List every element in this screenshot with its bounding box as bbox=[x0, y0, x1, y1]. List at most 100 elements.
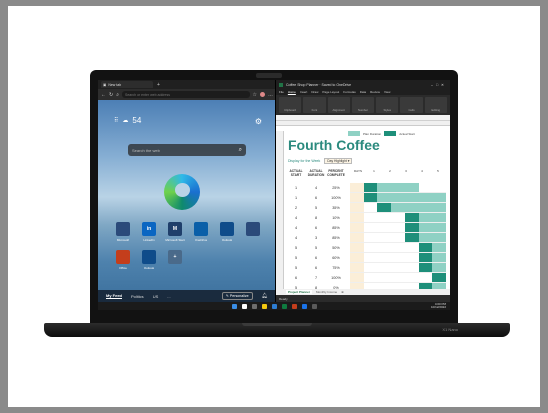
table-row[interactable]: 4 3 85% bbox=[286, 233, 346, 243]
profile-avatar[interactable] bbox=[260, 92, 265, 97]
taskbar-app-icon[interactable] bbox=[291, 303, 297, 309]
ribbon-tab[interactable]: Formulas bbox=[343, 90, 356, 94]
taskbar-app-icon[interactable] bbox=[231, 303, 237, 309]
new-tab-icon[interactable]: + bbox=[157, 82, 160, 88]
table-cell-duration[interactable]: 6 bbox=[306, 266, 326, 270]
table-cell-duration[interactable]: 7 bbox=[306, 276, 326, 280]
table-cell-start[interactable]: 2 bbox=[286, 206, 306, 210]
table-cell-percent[interactable]: 85% bbox=[326, 226, 346, 230]
table-row[interactable]: 4 8 10% bbox=[286, 213, 346, 223]
ribbon-group[interactable]: Alignment bbox=[327, 97, 350, 113]
taskbar-app-icon[interactable] bbox=[271, 303, 277, 309]
table-cell-duration[interactable]: 5 bbox=[306, 246, 326, 250]
table-cell-percent[interactable]: 35% bbox=[326, 206, 346, 210]
table-cell-start[interactable]: 5 bbox=[286, 266, 306, 270]
ribbon-tab[interactable]: Data bbox=[360, 90, 366, 94]
quick-link-tile[interactable]: Microsoft bbox=[110, 222, 136, 242]
window-controls[interactable]: –□✕ bbox=[431, 83, 447, 87]
personalize-button[interactable]: ✎ Personalize bbox=[221, 292, 253, 300]
table-row[interactable]: 1 6 100% bbox=[286, 193, 346, 203]
ribbon-group[interactable]: Cells bbox=[400, 97, 423, 113]
ribbon-group[interactable]: Editing bbox=[424, 97, 447, 113]
notification-bell-icon[interactable]: 🔔︎ bbox=[262, 293, 268, 299]
search-icon[interactable]: ⌕ bbox=[239, 147, 242, 154]
table-cell-start[interactable]: 1 bbox=[286, 186, 306, 190]
quick-link-tile[interactable]: M Microsoft Start bbox=[162, 222, 188, 242]
quick-link-tile[interactable]: Office bbox=[110, 250, 136, 270]
feed-tab[interactable]: Politics bbox=[131, 294, 144, 299]
table-cell-percent[interactable]: 60% bbox=[326, 256, 346, 260]
weather-widget[interactable]: ⠿ ☁ 54 bbox=[114, 116, 141, 125]
sheet-tab[interactable]: Project Planner bbox=[286, 290, 313, 294]
feed-tab[interactable]: My Feed bbox=[106, 293, 123, 299]
system-tray[interactable]: 4:00 PM 10/12/2022 bbox=[431, 303, 446, 309]
favorites-icon[interactable]: ☆ bbox=[253, 92, 257, 98]
table-row[interactable]: 5 5 50% bbox=[286, 243, 346, 253]
refresh-icon[interactable]: ↻ bbox=[109, 92, 113, 98]
table-cell-percent[interactable]: 100% bbox=[326, 276, 346, 280]
table-row[interactable]: 2 5 35% bbox=[286, 203, 346, 213]
table-cell-percent[interactable]: 85% bbox=[326, 236, 346, 240]
quick-link-tile[interactable]: + bbox=[162, 250, 188, 270]
table-cell-percent[interactable]: 100% bbox=[326, 196, 346, 200]
table-cell-percent[interactable]: 10% bbox=[326, 216, 346, 220]
gear-icon[interactable]: ⚙ bbox=[255, 117, 262, 126]
ribbon-tab[interactable]: Review bbox=[370, 90, 380, 94]
taskbar-app-icon[interactable] bbox=[261, 303, 267, 309]
table-row[interactable]: 5 6 75% bbox=[286, 263, 346, 273]
taskbar-app-icon[interactable] bbox=[281, 303, 287, 309]
table-cell-percent[interactable]: 50% bbox=[326, 246, 346, 250]
table-cell-duration[interactable]: 8 bbox=[306, 216, 326, 220]
quick-link-tile[interactable] bbox=[240, 222, 266, 242]
ribbon-tab[interactable]: Draw bbox=[311, 90, 318, 94]
table-cell-start[interactable]: 5 bbox=[286, 246, 306, 250]
taskbar-app-icon[interactable] bbox=[251, 303, 257, 309]
table-cell-duration[interactable]: 3 bbox=[306, 236, 326, 240]
ribbon-group[interactable]: Clipboard bbox=[279, 97, 302, 113]
table-cell-start[interactable]: 5 bbox=[286, 256, 306, 260]
table-cell-duration[interactable]: 6 bbox=[306, 256, 326, 260]
table-row[interactable]: 1 4 25% bbox=[286, 183, 346, 193]
back-icon[interactable]: ← bbox=[101, 92, 106, 98]
ribbon-group[interactable]: Number bbox=[351, 97, 375, 113]
table-cell-duration[interactable]: 4 bbox=[306, 186, 326, 190]
apps-grid-icon[interactable]: ⠿ bbox=[114, 117, 118, 124]
table-cell-start[interactable]: 4 bbox=[286, 236, 306, 240]
table-cell-duration[interactable]: 5 bbox=[306, 206, 326, 210]
ribbon-tab[interactable]: Page Layout bbox=[322, 90, 339, 94]
taskbar-app-icon[interactable] bbox=[301, 303, 307, 309]
sheet-tab[interactable]: Monthly Income bbox=[316, 290, 337, 294]
taskbar-app-icon[interactable] bbox=[311, 303, 317, 309]
quick-link-tile[interactable]: OneDrive bbox=[188, 222, 214, 242]
table-cell-duration[interactable]: 6 bbox=[306, 226, 326, 230]
table-cell-percent[interactable]: 75% bbox=[326, 266, 346, 270]
table-cell-start[interactable]: 4 bbox=[286, 216, 306, 220]
table-cell-duration[interactable]: 6 bbox=[306, 196, 326, 200]
quick-link-tile[interactable]: in LinkedIn bbox=[136, 222, 162, 242]
web-search-box[interactable]: Search the web ⌕ bbox=[128, 144, 246, 156]
taskbar-app-icon[interactable] bbox=[241, 303, 247, 309]
table-row[interactable]: 6 7 100% bbox=[286, 273, 346, 283]
ribbon-group[interactable]: Styles bbox=[376, 97, 399, 113]
ribbon-tab[interactable]: File bbox=[279, 90, 284, 94]
table-cell-start[interactable]: 6 bbox=[286, 276, 306, 280]
table-cell-percent[interactable]: 25% bbox=[326, 186, 346, 190]
add-sheet-icon[interactable]: ⊕ bbox=[341, 290, 344, 294]
ribbon-group[interactable]: Font bbox=[303, 97, 326, 113]
edge-tab[interactable]: ▣ New tab bbox=[101, 81, 153, 88]
table-row[interactable]: 5 6 60% bbox=[286, 253, 346, 263]
quick-link-tile[interactable]: Outlook bbox=[214, 222, 240, 242]
more-icon[interactable]: … bbox=[268, 92, 273, 98]
quick-link-tile[interactable]: Outlook bbox=[136, 250, 162, 270]
table-cell-start[interactable]: 1 bbox=[286, 196, 306, 200]
ribbon-tab[interactable]: Home bbox=[288, 90, 296, 94]
feed-tab[interactable]: US bbox=[153, 294, 159, 299]
table-cell-start[interactable]: 4 bbox=[286, 226, 306, 230]
ribbon-tab[interactable]: Insert bbox=[300, 90, 308, 94]
ribbon-tab[interactable]: View bbox=[384, 90, 390, 94]
feed-tab[interactable]: ... bbox=[167, 294, 170, 299]
worksheet[interactable]: Plan Duration Actual Start Fourth Coffee … bbox=[276, 131, 450, 293]
filter-dropdown[interactable]: Day Highlight ▾ bbox=[324, 158, 353, 164]
table-row[interactable]: 4 6 85% bbox=[286, 223, 346, 233]
address-bar-input[interactable] bbox=[122, 91, 250, 98]
